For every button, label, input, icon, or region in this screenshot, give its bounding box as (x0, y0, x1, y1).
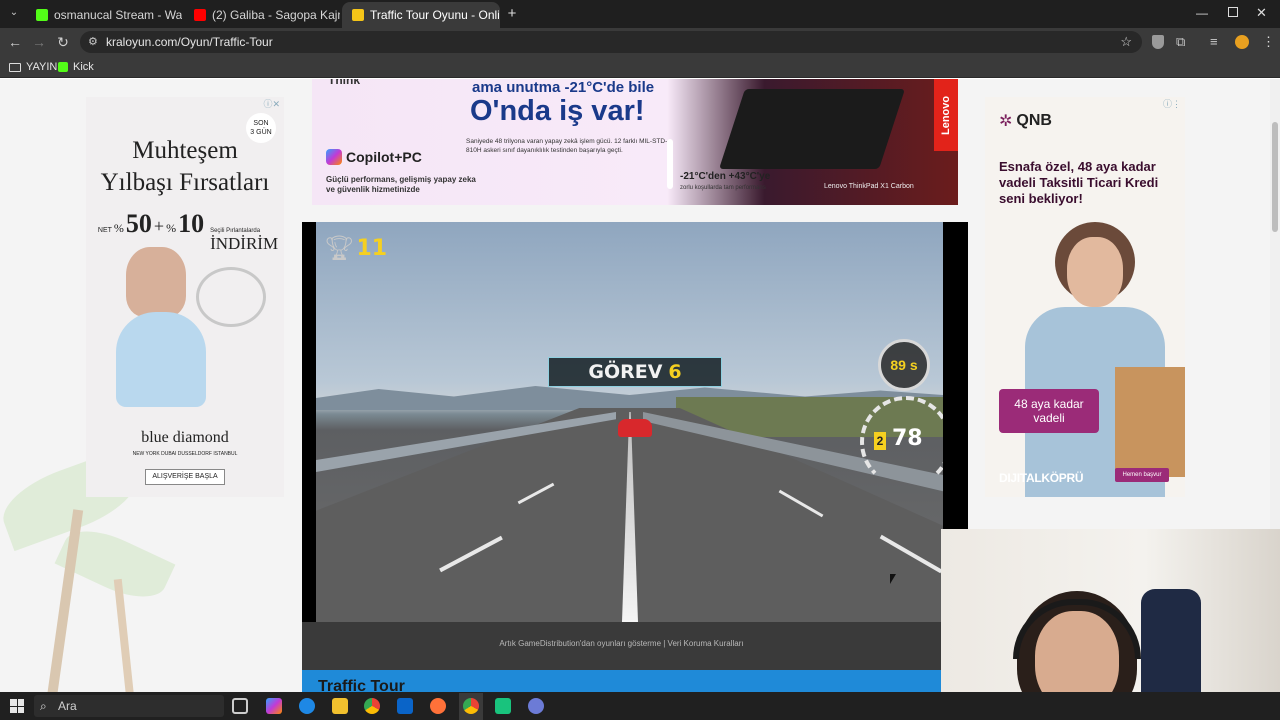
ad-temp-note: zorlu koşullarda tam performans (680, 185, 766, 191)
ad-model: Lenovo ThinkPad X1 Carbon (824, 183, 914, 190)
game-canvas[interactable]: 🏆︎ 11 GÖREV 6 89 s 2 78 (316, 222, 943, 622)
qnb-logo: ✲ QNB (999, 112, 1052, 130)
ad-line1: ama unutma -21°C'de bile (472, 79, 655, 96)
timer-stopwatch: 89 s (878, 339, 930, 391)
obs-icon[interactable] (528, 698, 544, 714)
profile-avatar[interactable] (1235, 35, 1249, 49)
ad-choices-icon[interactable]: ⓘ✕ (263, 97, 280, 110)
menu-icon[interactable]: ⋮ (1262, 34, 1275, 50)
ad-text: Esnafa özel, 48 aya kadar vadeli Taksitl… (999, 159, 1159, 206)
model-portrait (126, 247, 186, 317)
task-view-icon[interactable] (232, 698, 248, 714)
laptop-image (719, 89, 905, 169)
copilot-badge: Copilot+PC (326, 149, 422, 165)
mission-banner: GÖREV 6 (548, 357, 722, 387)
back-icon[interactable]: ← (6, 33, 24, 51)
tab-bar: ⌄ osmanucal Stream - Watch Live ✕ (2) Ga… (0, 0, 1280, 28)
kick-icon (58, 62, 68, 72)
search-icon: ⌕ (40, 699, 47, 713)
game-footer-links[interactable]: Artık GameDistribution'dan oyunları göst… (302, 622, 941, 670)
ad-logo: DIJITALKÖPRÜ (999, 471, 1084, 485)
ad-shop-button[interactable]: ALIŞVERİŞE BAŞLA (145, 469, 225, 485)
ad-discount-line: NET % 50 + % 10 Seçili Pırlantalarda İND… (97, 209, 279, 253)
bookmark-yayin[interactable]: YAYIN (9, 59, 57, 75)
address-bar[interactable]: ⚙ kraloyun.com/Oyun/Traffic-Tour ☆ (80, 31, 1142, 53)
ad-apply-button[interactable]: Hemen başvur (1115, 468, 1169, 482)
copilot-icon[interactable] (266, 698, 282, 714)
start-button[interactable] (10, 699, 24, 713)
edge-icon[interactable] (299, 698, 315, 714)
forward-icon[interactable]: → (30, 33, 48, 51)
trophy-icon: 🏆︎ (324, 235, 355, 262)
ad-choices-icon[interactable]: ⓘ⋮ (1163, 97, 1181, 110)
thermometer-icon (667, 139, 673, 189)
ad-lenovo[interactable]: Think ama unutma -21°C'de bile O'nda iş … (312, 79, 958, 205)
new-tab-button[interactable]: + (504, 6, 520, 22)
player-car (618, 419, 652, 437)
bookmark-kick[interactable]: Kick (58, 59, 94, 75)
ad-badge: 48 aya kadar vadeli (999, 389, 1099, 433)
folder-icon (9, 62, 21, 72)
extensions-icon[interactable]: ⧉ (1176, 34, 1185, 50)
youtube-favicon-icon (194, 9, 206, 21)
bookmark-star-icon[interactable]: ☆ (1120, 31, 1132, 53)
model-dress (116, 312, 206, 407)
copilot-icon (326, 149, 342, 165)
maximize-icon[interactable] (1228, 7, 1238, 17)
tab-title: osmanucal Stream - Watch Live (54, 8, 182, 22)
game-title-bar: Traffic Tour (302, 670, 941, 692)
site-info-icon[interactable]: ⚙ (88, 31, 98, 53)
ad-tagline: Güçlü performans, gelişmiş yapay zeka ve… (326, 175, 476, 194)
palm-trunk-decoration (113, 578, 135, 692)
person-face (1067, 237, 1123, 307)
scrollbar-thumb[interactable] (1272, 122, 1278, 232)
file-explorer-icon[interactable] (332, 698, 348, 714)
gear-indicator: 2 (874, 432, 886, 450)
bookmarks-bar: YAYIN Kick (0, 56, 1280, 78)
minimize-icon[interactable]: — (1196, 6, 1208, 20)
ad-temp: -21°C'den +43°C'ye (680, 171, 771, 182)
ad-blue-diamond[interactable]: ⓘ✕ SON 3 GÜN Muhteşem Yılbaşı Fırsatları … (86, 97, 284, 497)
ad-desc: Saniyede 48 trilyona varan yapay zekâ iş… (466, 138, 668, 154)
lenovo-logo: Lenovo (934, 79, 958, 151)
tab-title: Traffic Tour Oyunu - Online (370, 8, 500, 22)
outlook-icon[interactable] (397, 698, 413, 714)
trophy-score: 🏆︎ 11 (324, 235, 388, 262)
tab-osmanucal[interactable]: osmanucal Stream - Watch Live ✕ (26, 2, 182, 28)
ad-line2: O'nda iş var! (470, 95, 645, 127)
game-frame[interactable]: 🏆︎ 11 GÖREV 6 89 s 2 78 (302, 222, 968, 622)
url-text: kraloyun.com/Oyun/Traffic-Tour (106, 35, 273, 49)
search-placeholder: Ara (58, 699, 77, 713)
diamond-ring-icon (196, 267, 266, 327)
tab-title: (2) Galiba - Sagopa Kajmer (212, 8, 340, 22)
qnb-icon: ✲ (999, 113, 1013, 130)
taskbar-search[interactable]: ⌕ Ara (34, 695, 224, 717)
tab-traffic-tour[interactable]: Traffic Tour Oyunu - Online 🔊︎ ✕ (342, 2, 500, 28)
ad-cities: NEW YORK DUBAI DUSSELDORF ISTANBUL (132, 451, 238, 457)
kick-favicon-icon (36, 9, 48, 21)
tab-sagopa[interactable]: (2) Galiba - Sagopa Kajmer 🔊︎ ✕ (184, 2, 340, 28)
close-window-icon[interactable]: ✕ (1256, 5, 1267, 21)
ad-headline: Muhteşem (132, 137, 238, 164)
media-control-icon[interactable]: ≡ (1210, 34, 1218, 49)
tab-search-icon[interactable]: ⌄ (6, 7, 22, 21)
chrome-icon[interactable] (364, 698, 380, 714)
mouse-cursor-icon (890, 574, 896, 584)
bookmark-label: Kick (73, 61, 94, 73)
chrome-active-icon[interactable] (463, 698, 479, 714)
ad-qnb[interactable]: ⓘ⋮ ✲ QNB Esnafa özel, 48 aya kadar vadel… (985, 97, 1185, 497)
game-title: Traffic Tour (318, 678, 405, 692)
reload-icon[interactable]: ↻ (54, 33, 72, 51)
kraloyun-favicon-icon (352, 9, 364, 21)
firefox-icon[interactable] (430, 698, 446, 714)
app-icon[interactable] (495, 698, 511, 714)
ad-corner-text: Think (328, 79, 360, 87)
ad-brand: blue diamond (141, 429, 229, 446)
shield-icon[interactable] (1152, 35, 1164, 49)
ad-headline: Yılbaşı Fırsatları (100, 169, 270, 196)
speed-value: 78 (892, 426, 923, 451)
boxes-image (1115, 367, 1185, 477)
bookmark-label: YAYIN (26, 61, 58, 73)
